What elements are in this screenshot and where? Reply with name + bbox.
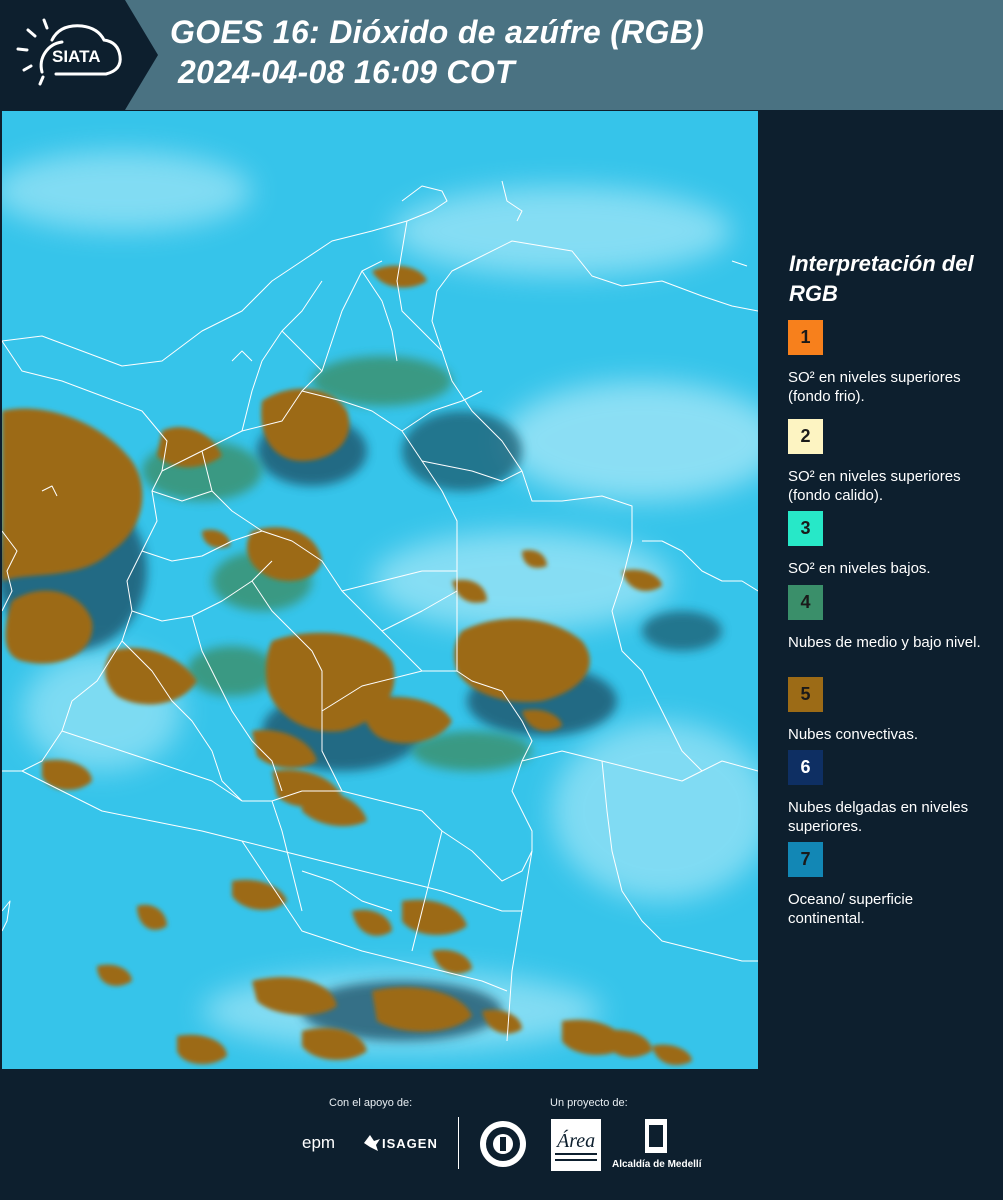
siata-logo: SIATA	[0, 0, 160, 110]
legend-swatch-3: 3	[788, 511, 823, 546]
legend-item-4: 4 Nubes de medio y bajo nivel.	[788, 585, 988, 652]
legend-text-5: Nubes convectivas.	[788, 726, 919, 743]
legend-swatch-7: 7	[788, 842, 823, 877]
seal-icon	[480, 1121, 526, 1167]
isagen-logo: ISAGEN	[364, 1135, 438, 1151]
legend-swatch-6: 6	[788, 750, 823, 785]
svg-text:Alcaldía de Medellín: Alcaldía de Medellín	[612, 1159, 702, 1170]
map-timestamp: 2024-04-08 16:09 COT	[178, 54, 515, 90]
legend-text-2: SO² en niveles superiores (fondo calido)…	[788, 468, 961, 504]
satellite-map[interactable]	[2, 111, 758, 1069]
legend-text-4: Nubes de medio y bajo nivel.	[788, 634, 981, 651]
project-label: Un proyecto de:	[550, 1097, 628, 1109]
svg-text:epm: epm	[302, 1133, 335, 1152]
alcaldia-logo: Alcaldía de Medellín	[612, 1119, 702, 1170]
legend-swatch-4: 4	[788, 585, 823, 620]
header-bar: SIATA GOES 16: Dióxido de azúfre (RGB) 2…	[0, 0, 1003, 110]
svg-text:Área: Área	[555, 1129, 595, 1152]
footer-divider	[458, 1117, 459, 1169]
legend-panel: Interpretación del RGB 1 SO² en niveles …	[760, 111, 1003, 1069]
legend-swatch-2: 2	[788, 419, 823, 454]
svg-text:ISAGEN: ISAGEN	[382, 1136, 438, 1151]
area-metropolitana-logo: Área	[551, 1119, 601, 1171]
legend-item-6: 6 Nubes delgadas en niveles superiores.	[788, 750, 988, 836]
legend-text-1: SO² en niveles superiores (fondo frio).	[788, 369, 961, 405]
svg-text:SIATA: SIATA	[52, 47, 100, 66]
legend-text-6: Nubes delgadas en niveles superiores.	[788, 799, 969, 835]
legend-item-7: 7 Oceano/ superficie continental.	[788, 842, 988, 928]
footer: Con el apoyo de: Un proyecto de: epm ISA…	[0, 1069, 1003, 1200]
legend-item-1: 1 SO² en niveles superiores (fondo frio)…	[788, 320, 988, 406]
epm-logo: epm	[302, 1133, 335, 1152]
legend-item-5: 5 Nubes convectivas.	[788, 677, 988, 744]
legend-text-3: SO² en niveles bajos.	[788, 560, 931, 577]
map-title: GOES 16: Dióxido de azúfre (RGB)	[170, 14, 705, 50]
legend-title: Interpretación del RGB	[789, 251, 974, 306]
legend-swatch-1: 1	[788, 320, 823, 355]
legend-swatch-5: 5	[788, 677, 823, 712]
legend-item-3: 3 SO² en niveles bajos.	[788, 511, 988, 578]
legend-item-2: 2 SO² en niveles superiores (fondo calid…	[788, 419, 988, 505]
legend-text-7: Oceano/ superficie continental.	[788, 891, 914, 927]
support-label: Con el apoyo de:	[329, 1097, 413, 1109]
